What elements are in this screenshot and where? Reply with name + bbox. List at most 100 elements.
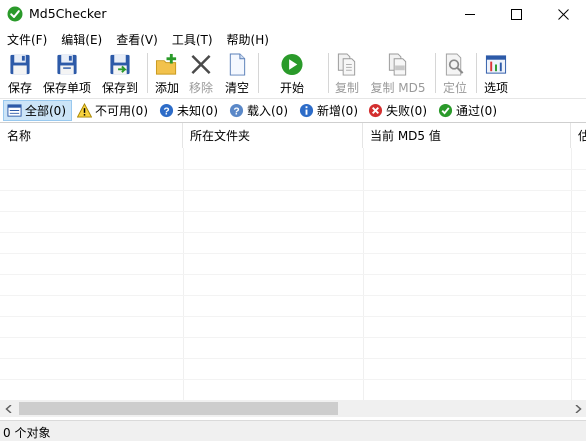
menu-bar: 文件(F) 编辑(E) 查看(V) 工具(T) 帮助(H) xyxy=(0,29,586,49)
close-icon xyxy=(557,9,569,20)
remove-button[interactable]: 移除 xyxy=(186,51,216,96)
copy-document-icon xyxy=(337,53,356,76)
grid-row-line xyxy=(0,211,586,212)
window-title: Md5Checker xyxy=(29,6,107,21)
column-header-folder[interactable]: 所在文件夹 xyxy=(183,123,363,148)
file-list[interactable]: 名称 所在文件夹 当前 MD5 值 估 xyxy=(0,122,586,400)
floppy-disk-icon xyxy=(10,54,30,75)
toolbar-separator xyxy=(328,53,329,93)
status-bar: 0 个对象 xyxy=(0,420,586,441)
close-button[interactable] xyxy=(540,0,586,29)
add-label: 添加 xyxy=(154,81,179,95)
save-to-icon xyxy=(110,54,130,75)
column-header-truncated[interactable]: 估 xyxy=(571,123,586,148)
options-button[interactable]: 选项 xyxy=(481,51,511,96)
grid-row-line xyxy=(0,253,586,254)
add-button[interactable]: 添加 xyxy=(152,51,182,96)
list-grid-icon xyxy=(7,104,22,117)
scroll-right-button[interactable] xyxy=(569,400,586,417)
object-count-text: 0 个对象 xyxy=(3,426,51,440)
horizontal-scrollbar[interactable] xyxy=(0,400,586,417)
menu-view[interactable]: 查看(V) xyxy=(109,29,165,49)
maximize-icon xyxy=(510,9,522,20)
grid-row-line xyxy=(0,379,586,380)
scroll-left-button[interactable] xyxy=(0,400,17,417)
grid-row-line xyxy=(0,190,586,191)
scroll-thumb[interactable] xyxy=(19,402,338,415)
clear-label: 清空 xyxy=(224,81,249,95)
grid-row-line xyxy=(0,337,586,338)
menu-help[interactable]: 帮助(H) xyxy=(220,29,276,49)
question-icon: ? xyxy=(159,103,174,117)
svg-text:?: ? xyxy=(233,106,239,117)
menu-edit[interactable]: 编辑(E) xyxy=(54,29,109,49)
warning-icon xyxy=(77,103,92,118)
filter-tab-unknown[interactable]: ? 未知(0) xyxy=(156,100,218,121)
clear-button[interactable]: 清空 xyxy=(221,51,253,96)
filter-passed-label: 通过(0) xyxy=(456,104,497,118)
filter-bar: 全部(0) 不可用(0) ? 未知(0) ? 载入(0) 新增(0) 失败(0)… xyxy=(0,98,586,122)
locate-magnifier-icon xyxy=(445,53,464,76)
column-header-name[interactable]: 名称 xyxy=(0,123,183,148)
locate-label: 定位 xyxy=(442,81,467,95)
options-settings-icon xyxy=(485,55,507,74)
blank-page-icon xyxy=(229,53,246,76)
play-icon xyxy=(281,53,303,76)
toolbar-separator xyxy=(258,53,259,93)
save-item-button[interactable]: 保存单项 xyxy=(41,51,93,96)
chevron-right-icon xyxy=(575,404,582,413)
filter-tab-failed[interactable]: 失败(0) xyxy=(365,100,427,121)
grid-row-line xyxy=(0,295,586,296)
title-bar: Md5Checker xyxy=(0,0,586,29)
error-x-icon xyxy=(368,103,383,118)
copy-md5-icon xyxy=(388,53,407,76)
filter-all-label: 全部(0) xyxy=(25,104,66,118)
menu-tools[interactable]: 工具(T) xyxy=(165,29,220,49)
add-folder-icon xyxy=(155,53,177,75)
save-to-label: 保存到 xyxy=(101,81,138,95)
toolbar-separator xyxy=(435,53,436,93)
remove-x-icon xyxy=(191,54,211,75)
copy-label: 复制 xyxy=(334,81,359,95)
minimize-button[interactable] xyxy=(447,0,493,29)
grid-row-line xyxy=(0,316,586,317)
menu-file[interactable]: 文件(F) xyxy=(0,29,54,49)
grid-row-line xyxy=(0,232,586,233)
filter-failed-label: 失败(0) xyxy=(386,104,427,118)
filter-tab-passed[interactable]: 通过(0) xyxy=(435,100,497,121)
toolbar-separator xyxy=(147,53,148,93)
grid-row-line xyxy=(0,358,586,359)
filter-tab-unavailable[interactable]: 不可用(0) xyxy=(74,100,148,121)
info-icon xyxy=(299,103,314,118)
filter-new-label: 新增(0) xyxy=(317,104,358,118)
toolbar: 保存 保存单项 保存到 添加 移除 清空 开始 复制 复制 MD5 定位 选项 xyxy=(0,49,586,98)
copy-md5-button[interactable]: 复制 MD5 xyxy=(368,51,428,96)
filter-tab-new[interactable]: 新增(0) xyxy=(296,100,358,121)
filter-unknown-label: 未知(0) xyxy=(177,104,218,118)
filter-unavailable-label: 不可用(0) xyxy=(95,104,148,118)
save-item-label: 保存单项 xyxy=(42,81,91,95)
svg-text:?: ? xyxy=(163,106,169,117)
app-check-icon xyxy=(7,6,23,22)
toolbar-separator xyxy=(476,53,477,93)
save-button[interactable]: 保存 xyxy=(3,51,37,96)
check-icon xyxy=(438,103,453,118)
remove-label: 移除 xyxy=(188,81,213,95)
start-label: 开始 xyxy=(279,81,304,95)
floppy-disk-single-icon xyxy=(57,54,77,75)
copy-button[interactable]: 复制 xyxy=(332,51,362,96)
save-label: 保存 xyxy=(7,81,32,95)
minimize-icon xyxy=(464,14,475,15)
filter-tab-all[interactable]: 全部(0) xyxy=(3,100,72,121)
filter-tab-loaded[interactable]: ? 载入(0) xyxy=(226,100,288,121)
maximize-button[interactable] xyxy=(493,0,539,29)
filter-loaded-label: 载入(0) xyxy=(247,104,288,118)
start-button[interactable]: 开始 xyxy=(276,51,308,96)
copy-md5-label: 复制 MD5 xyxy=(370,81,426,95)
locate-button[interactable]: 定位 xyxy=(440,51,470,96)
grid-row-line xyxy=(0,169,586,170)
grid-row-line xyxy=(0,274,586,275)
options-label: 选项 xyxy=(483,81,508,95)
column-header-md5[interactable]: 当前 MD5 值 xyxy=(363,123,571,148)
save-to-button[interactable]: 保存到 xyxy=(100,51,140,96)
